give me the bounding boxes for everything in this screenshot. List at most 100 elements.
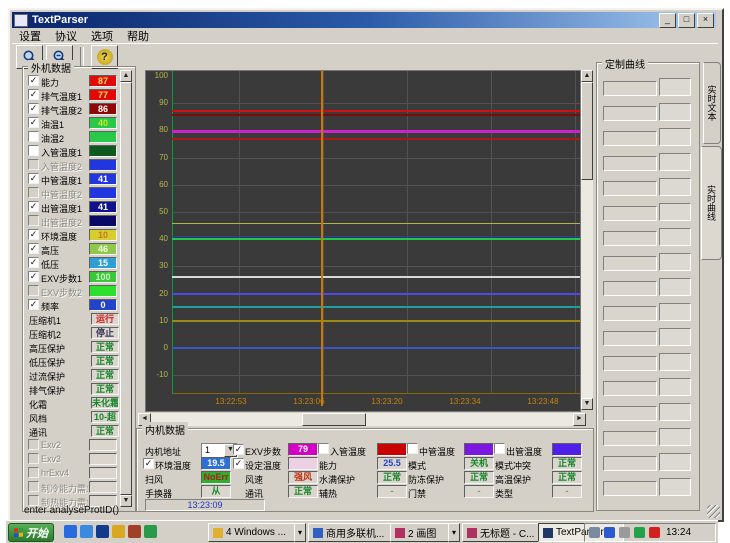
custom-curve-value-field[interactable]	[659, 453, 691, 471]
checkbox[interactable]: ✓	[28, 201, 39, 212]
custom-curve-value-field[interactable]	[659, 428, 691, 446]
custom-curve-value-field[interactable]	[659, 78, 691, 96]
security-icon[interactable]	[128, 525, 141, 538]
custom-curve-value-field[interactable]	[659, 353, 691, 371]
chart-hscrollbar[interactable]: ◄ ►	[138, 413, 586, 426]
minimize-button[interactable]: _	[659, 13, 676, 28]
task-group-dropdown[interactable]: ▾	[448, 523, 460, 542]
custom-curve-value-field[interactable]	[659, 178, 691, 196]
custom-curve-name-field[interactable]	[603, 481, 657, 496]
custom-curve-name-field[interactable]	[603, 331, 657, 346]
custom-curve-value-field[interactable]	[659, 328, 691, 346]
browser-icon[interactable]	[80, 525, 93, 538]
custom-curve-name-field[interactable]	[603, 256, 657, 271]
custom-curve-name-field[interactable]	[603, 406, 657, 421]
checkbox[interactable]: ✓	[28, 271, 39, 282]
task-button[interactable]: 无标题 - C...	[462, 523, 544, 542]
checkbox[interactable]	[28, 481, 39, 492]
task-button[interactable]: 商用多联机...	[308, 523, 396, 542]
custom-curve-name-field[interactable]	[603, 206, 657, 221]
checkbox[interactable]	[407, 443, 418, 454]
maximize-button[interactable]: □	[678, 13, 695, 28]
checkbox[interactable]	[28, 215, 39, 226]
custom-curve-name-field[interactable]	[603, 156, 657, 171]
custom-curve-name-field[interactable]	[603, 131, 657, 146]
task-button[interactable]: 2 画图	[390, 523, 456, 542]
checkbox[interactable]	[28, 131, 39, 142]
checkbox[interactable]: ✓	[28, 173, 39, 184]
menu-item[interactable]: 选项	[84, 27, 120, 45]
custom-curve-value-field[interactable]	[659, 228, 691, 246]
printer-icon[interactable]	[589, 527, 600, 538]
updates-icon[interactable]	[619, 527, 630, 538]
ie-icon[interactable]	[64, 525, 77, 538]
custom-curve-name-field[interactable]	[603, 231, 657, 246]
scrollbar-thumb[interactable]	[302, 413, 366, 426]
side-tab[interactable]: 实时文本	[703, 62, 721, 144]
checkbox[interactable]: ✓	[233, 444, 244, 455]
custom-curve-name-field[interactable]	[603, 381, 657, 396]
close-button[interactable]: ×	[697, 13, 714, 28]
menu-item[interactable]: 设置	[12, 27, 48, 45]
custom-curve-name-field[interactable]	[603, 456, 657, 471]
time-cursor-line[interactable]	[321, 71, 323, 406]
checkbox[interactable]	[28, 285, 39, 296]
scroll-right-button[interactable]: ►	[573, 413, 586, 426]
checkbox[interactable]	[318, 443, 329, 454]
scroll-up-button[interactable]: ▲	[581, 70, 593, 82]
outdoor-scrollbar[interactable]: ▲ ▼	[120, 70, 132, 507]
custom-curve-value-field[interactable]	[659, 403, 691, 421]
input-method-icon[interactable]	[649, 527, 660, 538]
media-icon[interactable]	[144, 525, 157, 538]
scroll-up-button[interactable]: ▲	[120, 70, 132, 82]
checkbox[interactable]	[28, 467, 39, 478]
custom-curve-value-field[interactable]	[659, 303, 691, 321]
custom-curve-value-field[interactable]	[659, 378, 691, 396]
task-group-dropdown[interactable]: ▾	[294, 523, 306, 542]
start-button[interactable]: 开始	[8, 523, 54, 542]
custom-curve-name-field[interactable]	[603, 281, 657, 296]
checkbox[interactable]	[28, 159, 39, 170]
custom-curve-value-field[interactable]	[659, 203, 691, 221]
chart-vscrollbar[interactable]: ▲ ▼	[581, 70, 593, 410]
checkbox[interactable]	[28, 439, 39, 450]
custom-curve-name-field[interactable]	[603, 356, 657, 371]
shell-icon[interactable]	[96, 525, 109, 538]
scroll-down-button[interactable]: ▼	[581, 398, 593, 410]
checkbox[interactable]: ✓	[28, 257, 39, 268]
custom-curve-name-field[interactable]	[603, 81, 657, 96]
menu-item[interactable]: 帮助	[120, 27, 156, 45]
notes-icon[interactable]	[112, 525, 125, 538]
scrollbar-thumb[interactable]	[120, 82, 132, 495]
network-icon[interactable]	[604, 527, 615, 538]
custom-curve-name-field[interactable]	[603, 181, 657, 196]
custom-curve-name-field[interactable]	[603, 106, 657, 121]
checkbox[interactable]	[28, 187, 39, 198]
checkbox[interactable]	[28, 145, 39, 156]
custom-curve-value-field[interactable]	[659, 253, 691, 271]
custom-curve-name-field[interactable]	[603, 306, 657, 321]
scrollbar-thumb[interactable]	[581, 82, 593, 180]
custom-curve-value-field[interactable]	[659, 278, 691, 296]
menu-item[interactable]: 协议	[48, 27, 84, 45]
checkbox[interactable]: ✓	[28, 299, 39, 310]
resize-grip[interactable]	[707, 505, 720, 518]
antivirus-icon[interactable]	[634, 527, 645, 538]
checkbox[interactable]: ✓	[28, 89, 39, 100]
checkbox[interactable]	[494, 443, 505, 454]
checkbox[interactable]: ✓	[233, 458, 244, 469]
custom-curve-name-field[interactable]	[603, 431, 657, 446]
task-button[interactable]: 4 Windows ...	[208, 523, 302, 542]
custom-curve-value-field[interactable]	[659, 478, 691, 496]
checkbox[interactable]: ✓	[143, 458, 154, 469]
checkbox[interactable]	[28, 453, 39, 464]
checkbox[interactable]: ✓	[28, 243, 39, 254]
side-tab[interactable]: 实时曲线	[701, 146, 722, 260]
checkbox[interactable]: ✓	[28, 103, 39, 114]
checkbox[interactable]: ✓	[28, 117, 39, 128]
custom-curve-value-field[interactable]	[659, 153, 691, 171]
custom-curve-value-field[interactable]	[659, 128, 691, 146]
checkbox[interactable]: ✓	[28, 75, 39, 86]
custom-curve-value-field[interactable]	[659, 103, 691, 121]
checkbox[interactable]: ✓	[28, 229, 39, 240]
